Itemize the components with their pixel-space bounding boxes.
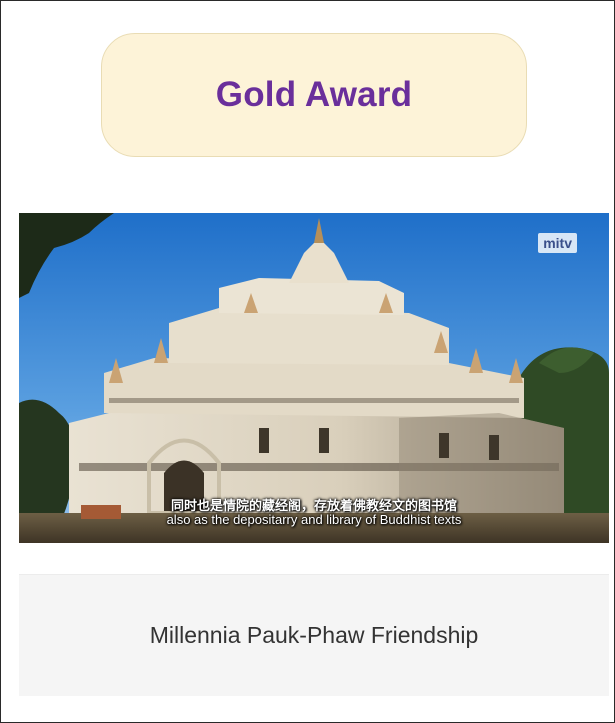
award-title: Gold Award: [215, 75, 413, 114]
award-card: Gold Award mitv 同时也是情院的藏经阁，存放着佛教经文的图书馆 a…: [0, 0, 615, 723]
award-badge: Gold Award: [101, 33, 527, 157]
temple-illustration: [19, 213, 609, 543]
caption-panel: Millennia Pauk-Phaw Friendship: [19, 574, 609, 696]
caption-text: Millennia Pauk-Phaw Friendship: [149, 622, 479, 648]
channel-watermark: mitv: [538, 233, 577, 253]
subtitle-english: also as the depositarry and library of B…: [166, 512, 462, 527]
temple-photo: mitv 同时也是情院的藏经阁，存放着佛教经文的图书馆 also as the …: [19, 213, 609, 543]
